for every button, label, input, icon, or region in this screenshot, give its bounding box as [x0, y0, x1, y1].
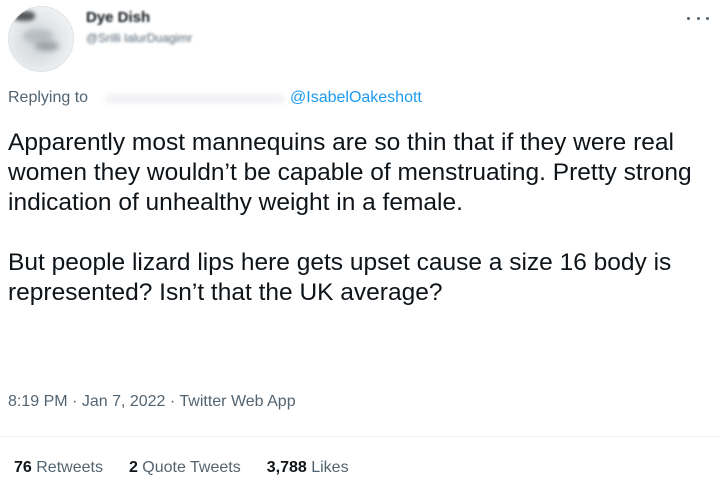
likes-label: Likes	[311, 459, 349, 476]
more-dot	[687, 16, 690, 20]
tweet-source[interactable]: Twitter Web App	[179, 393, 295, 410]
engagement-stats: 76 Retweets 2 Quote Tweets 3,788 Likes	[14, 459, 375, 477]
avatar-shape	[35, 41, 59, 51]
tweet-body: Apparently most mannequins are so thin t…	[8, 128, 708, 308]
retweets-stat[interactable]: 76 Retweets	[14, 459, 103, 477]
likes-stat[interactable]: 3,788 Likes	[267, 459, 349, 477]
replying-to-label: Replying to	[8, 89, 89, 106]
retweets-label: Retweets	[36, 459, 103, 476]
reply-mention-link[interactable]: @IsabelOakeshott	[290, 89, 422, 107]
author-display-name[interactable]: Dye Dish	[86, 9, 150, 26]
tweet-date[interactable]: Jan 7, 2022	[82, 393, 166, 410]
retweets-count: 76	[14, 459, 37, 476]
avatar[interactable]	[8, 6, 74, 72]
likes-count: 3,788	[266, 459, 312, 476]
tweet-metadata: 8:19 PM · Jan 7, 2022 · Twitter Web App	[8, 393, 296, 411]
tweet-time[interactable]: 8:19 PM	[8, 393, 68, 410]
separator-dot: ·	[169, 393, 180, 410]
tweet-paragraph: But people lizard lips here gets upset c…	[8, 249, 672, 306]
redacted-mention	[106, 95, 284, 103]
divider	[0, 436, 720, 437]
avatar-mark	[13, 11, 35, 21]
quote-tweets-count: 2	[128, 459, 143, 476]
more-horizontal-icon[interactable]	[687, 10, 709, 26]
tweet-card: Dye Dish @Srilli lalurDuagimr Replying t…	[0, 0, 727, 492]
separator-dot: ·	[72, 393, 82, 410]
more-dot	[706, 16, 709, 20]
author-handle[interactable]: @Srilli lalurDuagimr	[86, 31, 192, 45]
more-dot	[696, 16, 700, 20]
quote-tweets-stat[interactable]: 2 Quote Tweets	[129, 459, 241, 477]
tweet-paragraph: Apparently most mannequins are so thin t…	[8, 129, 692, 216]
quote-tweets-label: Quote Tweets	[142, 459, 241, 476]
